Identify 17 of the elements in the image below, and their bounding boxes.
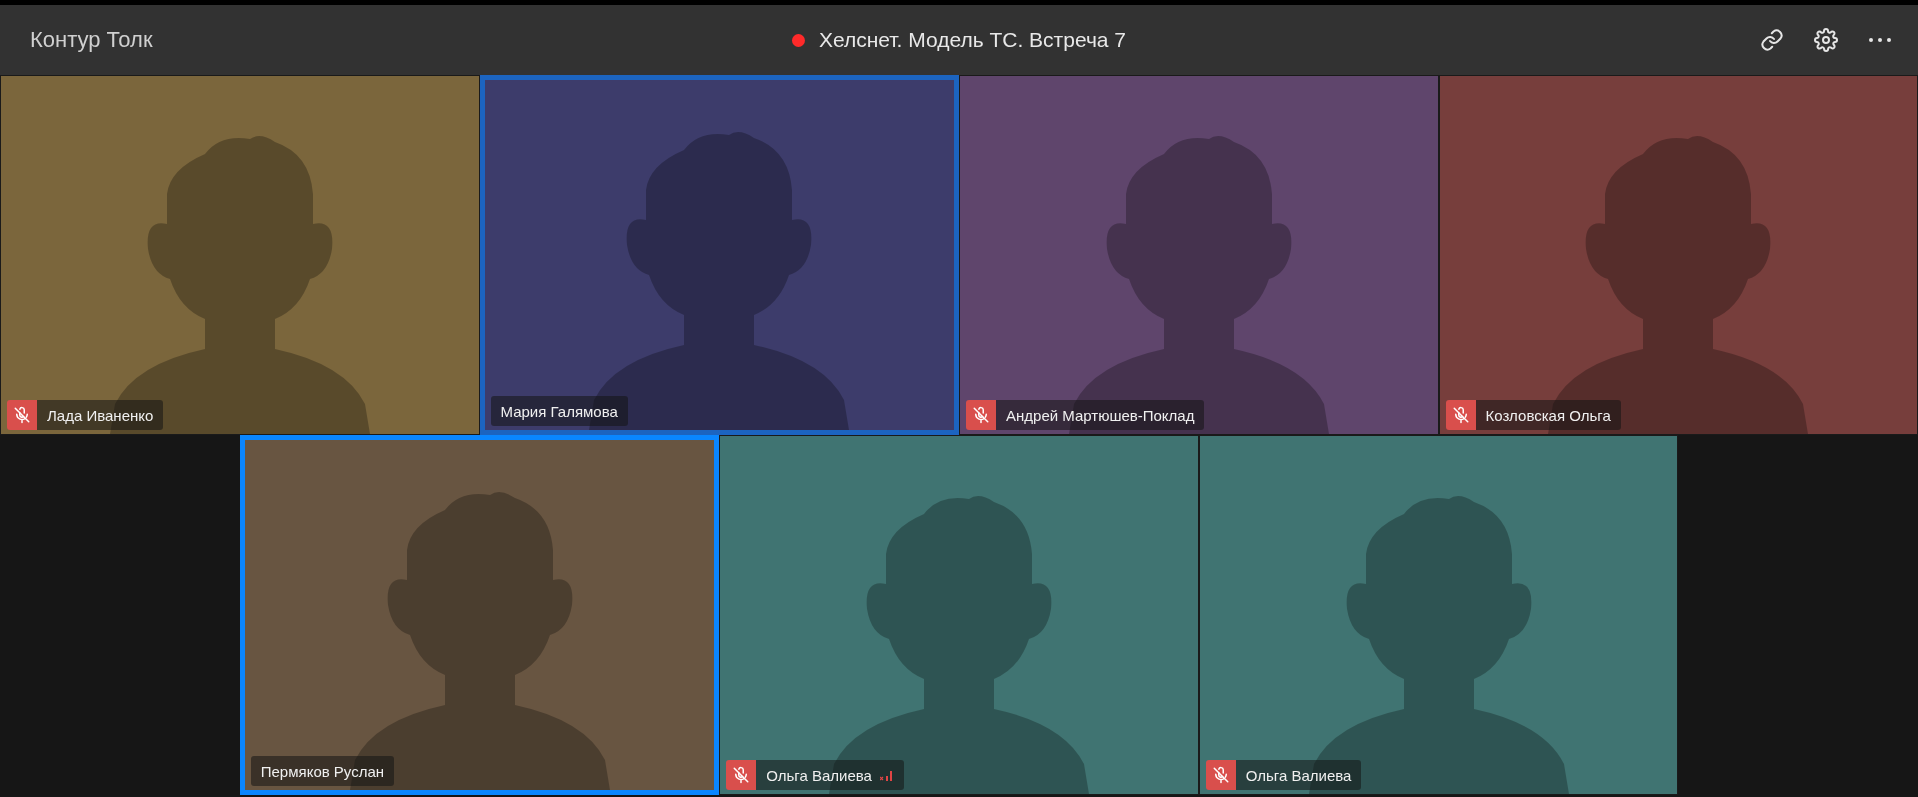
muted-microphone-icon [732,766,751,784]
meeting-title: Хелснет. Модель ТС. Встреча 7 [818,28,1127,52]
muted-microphone-icon [13,406,31,424]
more-icon [1868,37,1892,43]
muted-microphone-icon [1451,406,1470,424]
participant-name: Лада Иваненко [47,406,154,424]
participant-name: Мария Галямова [500,402,618,420]
participant-name: Пермяков Руслан [260,762,385,780]
participant-name: Ольга Валиева [1245,766,1352,784]
participant-name: Козловская Ольга [1485,406,1611,424]
settings-icon [1814,28,1838,52]
muted-microphone-icon [1211,766,1230,784]
participant-name: Ольга Валиева [766,766,872,784]
participant-name: Андрей Мартюшев-Поклад [1006,406,1195,424]
link-icon [1760,28,1784,52]
muted-microphone-icon [972,406,990,424]
app-logo-text: Контур Толк [30,27,153,53]
